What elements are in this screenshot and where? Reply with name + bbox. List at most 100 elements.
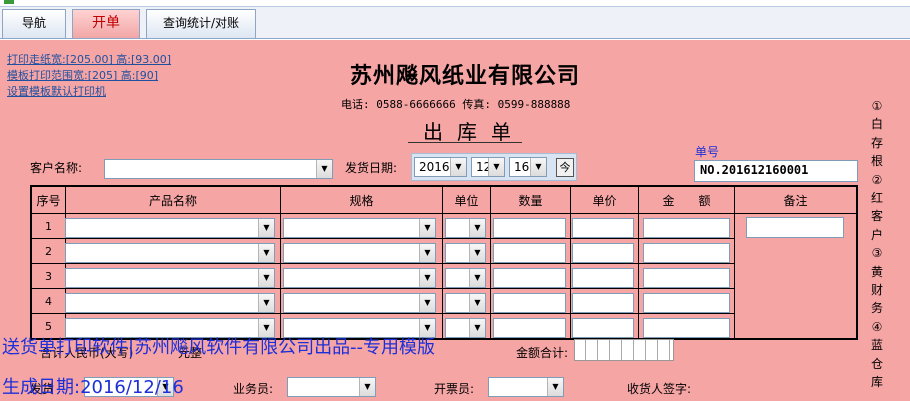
unit-select[interactable]: ▼ — [445, 243, 486, 263]
quantity-input[interactable] — [493, 293, 566, 313]
quantity-input[interactable] — [493, 318, 566, 338]
salesperson-label: 业务员: — [233, 382, 274, 396]
row-number: 4 — [45, 295, 52, 308]
tab-navigation[interactable]: 导航 — [2, 9, 66, 38]
legend-char: ① — [871, 99, 883, 113]
price-input[interactable] — [572, 318, 634, 338]
legend-char: ③ — [871, 246, 883, 261]
paper-size-link[interactable]: 打印走纸宽:[205.00] 高:[93.00] — [7, 51, 171, 67]
tab-create-order[interactable]: 开单 — [72, 9, 140, 38]
chevron-down-icon[interactable]: ▼ — [359, 378, 375, 396]
chevron-down-icon[interactable]: ▼ — [469, 269, 485, 287]
product-select[interactable]: ▼ — [65, 268, 275, 288]
price-input[interactable] — [572, 243, 634, 263]
ship-month-select[interactable]: 12 ▼ — [471, 157, 505, 177]
product-select[interactable]: ▼ — [65, 243, 275, 263]
digit-box-divider — [597, 340, 598, 360]
spec-select[interactable]: ▼ — [283, 243, 436, 263]
chevron-down-icon[interactable]: ▼ — [419, 294, 435, 312]
amount-input[interactable] — [643, 293, 730, 313]
chevron-down-icon[interactable]: ▼ — [258, 219, 274, 237]
chevron-down-icon[interactable]: ▼ — [469, 244, 485, 262]
price-input[interactable] — [572, 218, 634, 238]
remark-input[interactable] — [746, 217, 844, 238]
default-printer-link[interactable]: 设置模板默认打印机 — [7, 83, 106, 99]
chevron-down-icon[interactable]: ▼ — [258, 244, 274, 262]
legend-char: 存 — [870, 135, 883, 150]
legend-char: 财 — [870, 283, 883, 298]
spec-select[interactable]: ▼ — [283, 293, 436, 313]
row-divider — [32, 313, 734, 314]
chevron-down-icon[interactable]: ▼ — [419, 269, 435, 287]
document-title: 出库单 — [423, 120, 525, 144]
amount-total-label: 金额合计: — [516, 346, 569, 360]
header-price: 单价 — [592, 194, 617, 208]
order-number-field[interactable]: NO.201612160001 — [694, 160, 858, 182]
legend-char: 务 — [870, 301, 883, 316]
quantity-input[interactable] — [493, 218, 566, 238]
software-banner: 送货单打印软件|苏州飚风软件有限公司出品--专用模版 — [2, 337, 436, 358]
product-select[interactable]: ▼ — [65, 293, 275, 313]
window-top-edge — [0, 0, 910, 7]
digit-box-divider — [633, 340, 634, 360]
legend-char: 白 — [870, 117, 883, 132]
amount-total-boxes — [574, 339, 674, 361]
row-number: 2 — [45, 245, 52, 258]
row-divider — [32, 263, 734, 264]
today-button[interactable]: 今 — [556, 158, 574, 177]
col-divider — [734, 187, 735, 338]
legend-char: 仓 — [870, 356, 883, 371]
customer-select[interactable]: ▼ — [104, 159, 333, 179]
chevron-down-icon[interactable]: ▼ — [316, 160, 332, 178]
chevron-down-icon[interactable]: ▼ — [488, 158, 504, 176]
unit-select[interactable]: ▼ — [445, 293, 486, 313]
tab-query-reconcile[interactable]: 查询统计/对账 — [146, 9, 256, 38]
unit-select[interactable]: ▼ — [445, 218, 486, 238]
row-number: 5 — [45, 320, 52, 333]
chevron-down-icon[interactable]: ▼ — [530, 158, 546, 176]
chevron-down-icon[interactable]: ▼ — [547, 378, 563, 396]
company-contact: 电话: 0588-6666666 传真: 0599-888888 — [341, 98, 571, 111]
product-select[interactable]: ▼ — [65, 218, 275, 238]
amount-input[interactable] — [643, 318, 730, 338]
chevron-down-icon[interactable]: ▼ — [258, 294, 274, 312]
spec-select[interactable]: ▼ — [283, 268, 436, 288]
chevron-down-icon[interactable]: ▼ — [450, 158, 466, 176]
chevron-down-icon[interactable]: ▼ — [258, 269, 274, 287]
ship-date-label: 发货日期: — [345, 161, 398, 175]
legend-char: ② — [871, 172, 883, 187]
ship-day-select[interactable]: 16 ▼ — [509, 157, 547, 177]
chevron-down-icon[interactable]: ▼ — [419, 244, 435, 262]
order-number-value: NO.201612160001 — [700, 163, 809, 177]
invoicer-select[interactable]: ▼ — [488, 377, 564, 397]
chevron-down-icon[interactable]: ▼ — [469, 294, 485, 312]
chevron-down-icon[interactable]: ▼ — [419, 219, 435, 237]
digit-box-divider — [669, 340, 670, 360]
header-amount: 金 额 — [662, 194, 711, 208]
quantity-input[interactable] — [493, 243, 566, 263]
salesperson-select[interactable]: ▼ — [287, 377, 376, 397]
amount-input[interactable] — [643, 243, 730, 263]
unit-select[interactable]: ▼ — [445, 268, 486, 288]
spec-select[interactable]: ▼ — [283, 218, 436, 238]
header-spec: 规格 — [349, 194, 374, 208]
template-range-link[interactable]: 模板打印范围宽:[205] 高:[90] — [7, 67, 158, 83]
header-unit: 单位 — [454, 194, 479, 208]
chevron-down-icon[interactable]: ▼ — [469, 219, 485, 237]
ship-year-value: 2016 — [419, 160, 450, 174]
legend-char: 库 — [870, 375, 883, 390]
amount-input[interactable] — [643, 218, 730, 238]
legend-char: 蓝 — [870, 338, 883, 353]
header-product: 产品名称 — [148, 194, 197, 208]
customer-label: 客户名称: — [30, 161, 83, 175]
row-number: 1 — [45, 220, 52, 233]
unit-select[interactable]: ▼ — [445, 318, 486, 338]
amount-input[interactable] — [643, 268, 730, 288]
row-divider — [32, 238, 734, 239]
price-input[interactable] — [572, 293, 634, 313]
chevron-down-icon[interactable]: ▼ — [469, 319, 485, 337]
price-input[interactable] — [572, 268, 634, 288]
quantity-input[interactable] — [493, 268, 566, 288]
row-divider — [32, 288, 734, 289]
ship-year-select[interactable]: 2016 ▼ — [414, 157, 467, 177]
